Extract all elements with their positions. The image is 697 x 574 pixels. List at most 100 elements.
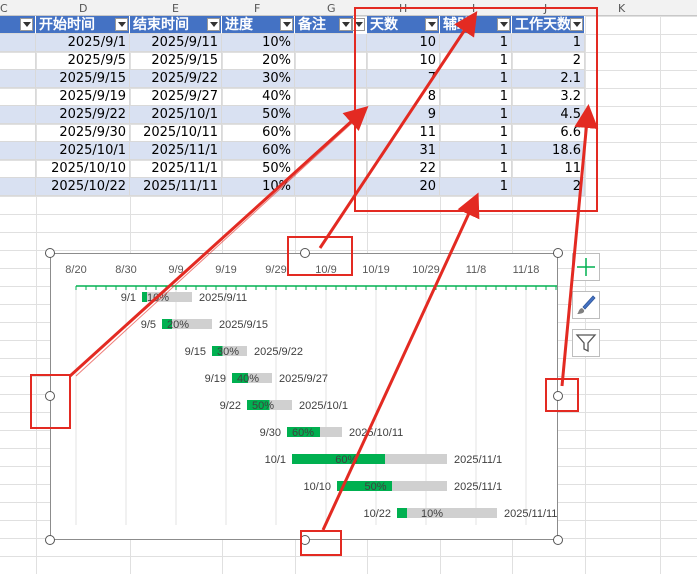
column-letter[interactable]: E [172,2,179,15]
progress-cell[interactable]: 20% [222,52,295,70]
x-tick-label: 9/19 [215,264,236,276]
resize-handle-bottom-right[interactable] [553,535,563,545]
task-end-label: 2025/9/15 [219,319,268,331]
progress-cell[interactable]: 10% [222,34,295,52]
chart-filters-button[interactable] [572,329,600,357]
task-start-label: 10/1 [265,454,286,466]
x-tick-label: 11/8 [466,264,487,276]
x-tick-label: 10/29 [412,264,440,276]
start-date-cell[interactable]: 2025/10/22 [36,178,130,196]
resize-handle-bottom-left[interactable] [45,535,55,545]
start-date-cell[interactable]: 2025/9/5 [36,52,130,70]
task-progress-label: 10% [147,292,169,304]
task-end-label: 2025/9/11 [199,292,247,304]
task-end-label: 2025/10/11 [349,427,403,439]
x-tick-label: 9/29 [265,264,286,276]
start-date-cell[interactable]: 2025/10/1 [36,142,130,160]
task-start-label: 9/15 [185,346,206,358]
x-tick-label: 10/19 [362,264,390,276]
filter-dropdown-icon[interactable] [339,18,352,31]
task-end-label: 2025/10/1 [299,400,348,412]
annotation-box-columns [354,7,598,212]
end-date-cell[interactable]: 2025/9/15 [130,52,222,70]
annotation-box-bottom-handle [300,530,342,556]
end-date-cell[interactable]: 2025/11/1 [130,142,222,160]
progress-cell[interactable]: 50% [222,160,295,178]
end-date-cell[interactable]: 2025/10/11 [130,124,222,142]
start-date-cell[interactable]: 2025/9/30 [36,124,130,142]
end-date-cell[interactable]: 2025/9/22 [130,70,222,88]
task-progress-label: 50% [252,400,274,412]
column-letter[interactable]: F [254,2,260,15]
row-cell[interactable] [0,160,36,178]
gantt-remaining-bar [397,508,497,518]
progress-cell[interactable]: 50% [222,106,295,124]
row-cell[interactable] [0,142,36,160]
filter-dropdown-icon[interactable] [280,18,293,31]
task-progress-label: 60% [292,427,314,439]
column-letter[interactable]: C [0,2,8,15]
resize-handle-top-right[interactable] [553,248,563,258]
annotation-box-top-handle [287,236,353,276]
task-progress-label: 60% [335,454,357,466]
row-cell[interactable] [0,124,36,142]
task-progress-label: 40% [237,373,259,385]
filter-dropdown-icon[interactable] [207,18,220,31]
task-start-label: 10/22 [363,508,391,520]
progress-cell[interactable]: 40% [222,88,295,106]
progress-cell[interactable]: 30% [222,70,295,88]
column-letter[interactable]: K [618,2,625,15]
task-progress-label: 20% [167,319,189,331]
row-cell[interactable] [0,88,36,106]
gantt-chart[interactable]: 8/20 8/30 9/9 9/19 9/29 10/9 10/19 10/29 11/8 11/… [50,253,558,540]
task-start-label: 9/1 [121,292,136,304]
start-date-cell[interactable]: 2025/9/1 [36,34,130,52]
task-end-label: 2025/9/22 [254,346,303,358]
annotation-box-right-handle [545,378,579,412]
progress-cell[interactable]: 60% [222,124,295,142]
progress-cell[interactable]: 10% [222,178,295,196]
filter-dropdown-icon[interactable] [115,18,128,31]
task-end-label: 2025/11/1 [454,454,502,466]
task-end-label: 2025/11/1 [454,481,502,493]
chart-styles-button[interactable] [572,291,600,319]
column-letter[interactable]: D [79,2,87,15]
task-start-label: 10/10 [303,481,331,493]
task-progress-label: 10% [421,508,443,520]
start-date-cell[interactable]: 2025/9/19 [36,88,130,106]
resize-handle-top-left[interactable] [45,248,55,258]
filter-dropdown-icon[interactable] [20,18,33,31]
task-progress-label: 30% [217,346,239,358]
gantt-progress-bar [397,508,407,518]
task-start-label: 9/22 [220,400,241,412]
task-start-label: 9/19 [205,373,226,385]
chart-plot: 8/20 8/30 9/9 9/19 9/29 10/9 10/19 10/29 11/8 11/… [65,264,557,525]
start-date-cell[interactable]: 2025/9/22 [36,106,130,124]
start-date-cell[interactable]: 2025/10/10 [36,160,130,178]
task-start-label: 9/5 [141,319,156,331]
task-end-label: 2025/11/11 [504,508,557,520]
end-date-cell[interactable]: 2025/11/1 [130,160,222,178]
plus-icon [577,258,595,276]
row-cell[interactable] [0,178,36,196]
row-cell[interactable] [0,70,36,88]
task-progress-label: 50% [364,481,386,493]
row-cell[interactable] [0,34,36,52]
x-tick-label: 11/18 [513,264,540,276]
progress-cell[interactable]: 60% [222,142,295,160]
chart-elements-button[interactable] [572,253,600,281]
start-date-cell[interactable]: 2025/9/15 [36,70,130,88]
task-end-label: 2025/9/27 [279,373,328,385]
annotation-box-left-handle [30,374,71,429]
end-date-cell[interactable]: 2025/11/11 [130,178,222,196]
row-cell[interactable] [0,106,36,124]
gridline [660,16,661,574]
row-cell[interactable] [0,52,36,70]
column-letter[interactable]: G [327,2,336,15]
x-tick-label: 8/30 [115,264,136,276]
end-date-cell[interactable]: 2025/9/27 [130,88,222,106]
end-date-cell[interactable]: 2025/10/1 [130,106,222,124]
task-start-label: 9/30 [260,427,281,439]
x-tick-label: 8/20 [65,264,86,276]
end-date-cell[interactable]: 2025/9/11 [130,34,222,52]
